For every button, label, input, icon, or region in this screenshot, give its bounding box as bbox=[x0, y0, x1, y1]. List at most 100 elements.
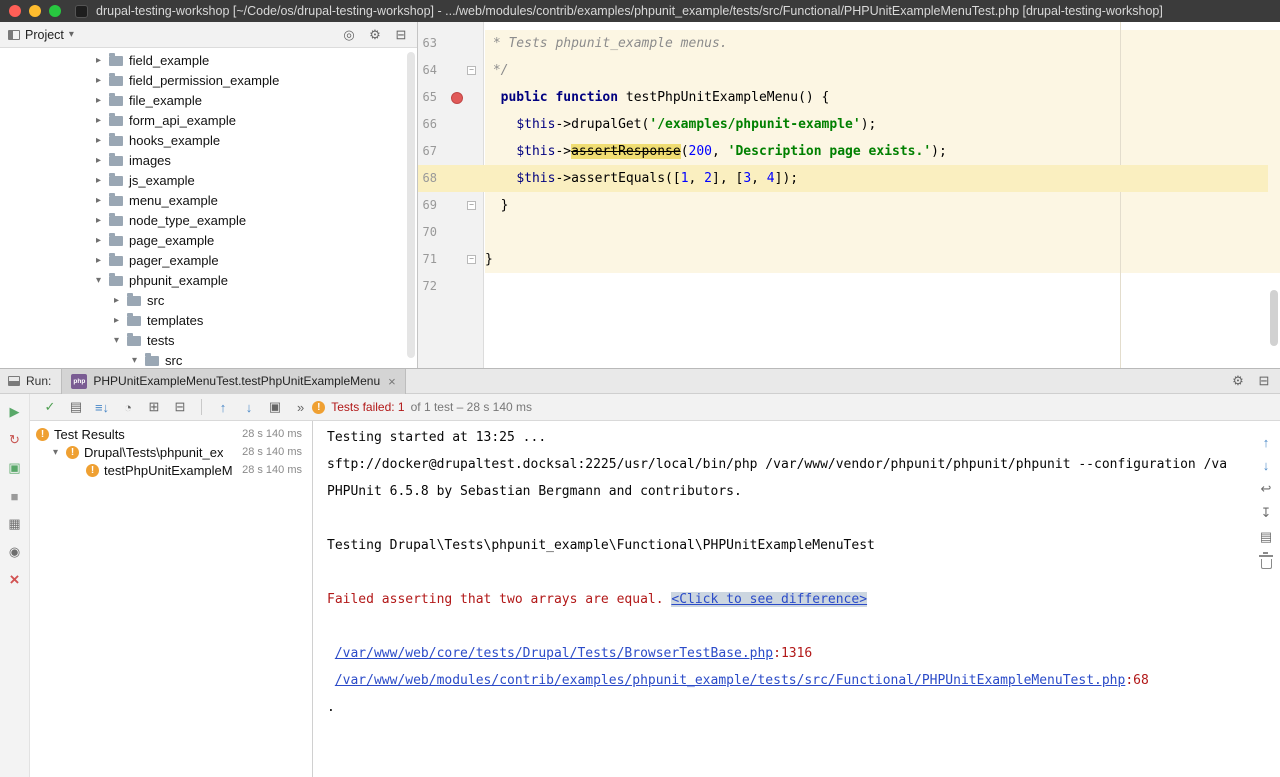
run-split: !Test Results28 s 140 ms▾!Drupal\Tests\p… bbox=[30, 421, 1280, 777]
test-tree-row[interactable]: ▾!Drupal\Tests\phpunit_ex28 s 140 ms bbox=[30, 443, 312, 461]
show-ignored-icon[interactable]: ▤ bbox=[68, 399, 84, 415]
project-tree-item[interactable]: ▸field_permission_example bbox=[0, 70, 417, 90]
hide-panel-icon[interactable]: ⊟ bbox=[393, 27, 409, 43]
line-number[interactable]: 72 bbox=[418, 273, 448, 300]
fold-marker-icon[interactable]: − bbox=[467, 66, 476, 75]
chevron-right-icon[interactable]: ▸ bbox=[93, 75, 104, 86]
project-tree-item[interactable]: ▸field_example bbox=[0, 50, 417, 70]
editor[interactable]: 63646566676869707172 * Tests phpunit_exa… bbox=[418, 22, 1280, 368]
test-failed-icon: ! bbox=[86, 464, 99, 477]
project-tree-item[interactable]: ▸js_example bbox=[0, 170, 417, 190]
chevron-down-icon[interactable]: ▾ bbox=[93, 275, 104, 286]
next-failed-test-icon[interactable]: ↓ bbox=[241, 400, 257, 415]
expand-all-icon[interactable]: ⊞ bbox=[146, 399, 162, 415]
chevron-right-icon[interactable]: ▸ bbox=[93, 235, 104, 246]
line-number[interactable]: 68 bbox=[418, 165, 448, 192]
rerun-failed-tests-button[interactable]: ↻ bbox=[6, 431, 24, 449]
chevron-right-icon[interactable]: ▸ bbox=[93, 155, 104, 166]
line-number[interactable]: 67 bbox=[418, 138, 448, 165]
fold-marker-icon[interactable]: − bbox=[467, 255, 476, 264]
chevron-right-icon[interactable]: ▸ bbox=[93, 55, 104, 66]
chevron-right-icon[interactable]: ▸ bbox=[93, 175, 104, 186]
toggle-auto-test-button[interactable]: ▣ bbox=[6, 459, 24, 477]
soft-wrap-icon[interactable]: ↩ bbox=[1258, 481, 1274, 497]
project-tree-item[interactable]: ▸hooks_example bbox=[0, 130, 417, 150]
project-tree-item[interactable]: ▸page_example bbox=[0, 230, 417, 250]
status-failed-text: Tests failed: 1 bbox=[331, 400, 404, 414]
locate-icon[interactable]: ◎ bbox=[341, 27, 357, 43]
line-number[interactable]: 69 bbox=[418, 192, 448, 219]
see-difference-link[interactable]: <Click to see difference> bbox=[671, 592, 867, 607]
project-tree-item[interactable]: ▸templates bbox=[0, 310, 417, 330]
chevron-down-icon[interactable]: ▾ bbox=[50, 447, 61, 458]
close-tab-icon[interactable]: × bbox=[388, 374, 396, 389]
project-tree-item[interactable]: ▸pager_example bbox=[0, 250, 417, 270]
test-duration: 28 s 140 ms bbox=[242, 428, 312, 440]
line-number[interactable]: 63 bbox=[418, 30, 448, 57]
chevron-right-icon[interactable]: ▸ bbox=[93, 195, 104, 206]
line-number[interactable]: 65 bbox=[418, 84, 448, 111]
project-tree-item[interactable]: ▾tests bbox=[0, 330, 417, 350]
chevron-down-icon[interactable]: ▾ bbox=[69, 29, 74, 40]
test-tree-row[interactable]: !Test Results28 s 140 ms bbox=[30, 425, 312, 443]
line-number[interactable]: 71 bbox=[418, 246, 448, 273]
collapse-all-icon[interactable]: ⊟ bbox=[172, 399, 188, 415]
project-panel-title[interactable]: Project bbox=[25, 28, 64, 42]
chevron-down-icon[interactable]: ▾ bbox=[129, 355, 140, 366]
line-number[interactable]: 64 bbox=[418, 57, 448, 84]
editor-scrollbar[interactable] bbox=[1270, 290, 1278, 346]
chevron-right-icon[interactable]: ▸ bbox=[93, 95, 104, 106]
project-tree-item[interactable]: ▸form_api_example bbox=[0, 110, 417, 130]
project-tree-item[interactable]: ▾phpunit_example bbox=[0, 270, 417, 290]
sort-by-duration-icon[interactable]: ◔ bbox=[120, 400, 136, 415]
chevron-down-icon[interactable]: ▾ bbox=[111, 335, 122, 346]
project-tree-item[interactable]: ▸src bbox=[0, 290, 417, 310]
up-stack-trace-icon[interactable]: ↑ bbox=[1258, 435, 1274, 450]
fold-marker-icon[interactable]: − bbox=[467, 201, 476, 210]
pin-tab-button[interactable]: ◉ bbox=[6, 543, 24, 561]
close-button[interactable]: × bbox=[6, 571, 24, 589]
project-tree-item[interactable]: ▸file_example bbox=[0, 90, 417, 110]
chevron-right-icon[interactable]: ▸ bbox=[111, 315, 122, 326]
project-tree-item[interactable]: ▸menu_example bbox=[0, 190, 417, 210]
project-tree-item[interactable]: ▸images bbox=[0, 150, 417, 170]
close-window-button[interactable] bbox=[9, 5, 21, 17]
project-tree-item[interactable]: ▾src bbox=[0, 350, 417, 368]
scroll-to-end-icon[interactable]: ↧ bbox=[1258, 505, 1274, 521]
chevron-right-icon[interactable]: ▸ bbox=[111, 295, 122, 306]
test-history-icon[interactable]: ▣ bbox=[267, 399, 283, 415]
settings-gear-icon[interactable]: ⚙ bbox=[1230, 373, 1246, 389]
previous-failed-test-icon[interactable]: ↑ bbox=[215, 400, 231, 415]
chevron-right-icon[interactable]: ▸ bbox=[93, 135, 104, 146]
chevron-right-icon[interactable]: ▸ bbox=[93, 215, 104, 226]
chevron-right-icon[interactable]: ▸ bbox=[93, 115, 104, 126]
print-icon[interactable]: ▤ bbox=[1258, 529, 1274, 545]
project-scrollbar[interactable] bbox=[407, 52, 415, 358]
test-failed-gutter-icon[interactable] bbox=[451, 92, 463, 104]
stack-trace-link-phpunitexamplemenutest[interactable]: /var/www/web/modules/contrib/examples/ph… bbox=[335, 673, 1126, 688]
run-tab-bar: Run: php PHPUnitExampleMenuTest.testPhpU… bbox=[0, 369, 1280, 394]
chevron-right-icon[interactable]: ▸ bbox=[93, 255, 104, 266]
run-tab[interactable]: php PHPUnitExampleMenuTest.testPhpUnitEx… bbox=[61, 369, 405, 394]
zoom-window-button[interactable] bbox=[49, 5, 61, 17]
down-stack-trace-icon[interactable]: ↓ bbox=[1258, 458, 1274, 473]
stop-button[interactable]: ■ bbox=[6, 487, 24, 505]
sort-alphabetically-icon[interactable]: ≡↓ bbox=[94, 400, 110, 415]
clear-all-icon[interactable] bbox=[1261, 559, 1272, 569]
toolbar-overflow-icon[interactable]: » bbox=[297, 400, 304, 415]
project-tree-item[interactable]: ▸node_type_example bbox=[0, 210, 417, 230]
hide-panel-icon[interactable]: ⊟ bbox=[1256, 373, 1272, 389]
stack-trace-link-browsertestbase[interactable]: /var/www/web/core/tests/Drupal/Tests/Bro… bbox=[335, 646, 773, 661]
test-tree-row[interactable]: !testPhpUnitExampleM28 s 140 ms bbox=[30, 461, 312, 479]
restore-layout-button[interactable]: ▦ bbox=[6, 515, 24, 533]
test-failed-icon: ! bbox=[36, 428, 49, 441]
minimize-window-button[interactable] bbox=[29, 5, 41, 17]
console[interactable]: Testing started at 13:25 ...sftp://docke… bbox=[313, 421, 1280, 777]
settings-gear-icon[interactable]: ⚙ bbox=[367, 27, 383, 43]
line-number[interactable]: 66 bbox=[418, 111, 448, 138]
rerun-test-button[interactable]: ▶ bbox=[6, 403, 24, 421]
line-number[interactable]: 70 bbox=[418, 219, 448, 246]
code-area[interactable]: * Tests phpunit_example menus. */ public… bbox=[485, 30, 1280, 300]
line-number-column[interactable]: 63646566676869707172 bbox=[418, 30, 448, 300]
hide-passed-icon[interactable]: ✓ bbox=[42, 399, 58, 415]
